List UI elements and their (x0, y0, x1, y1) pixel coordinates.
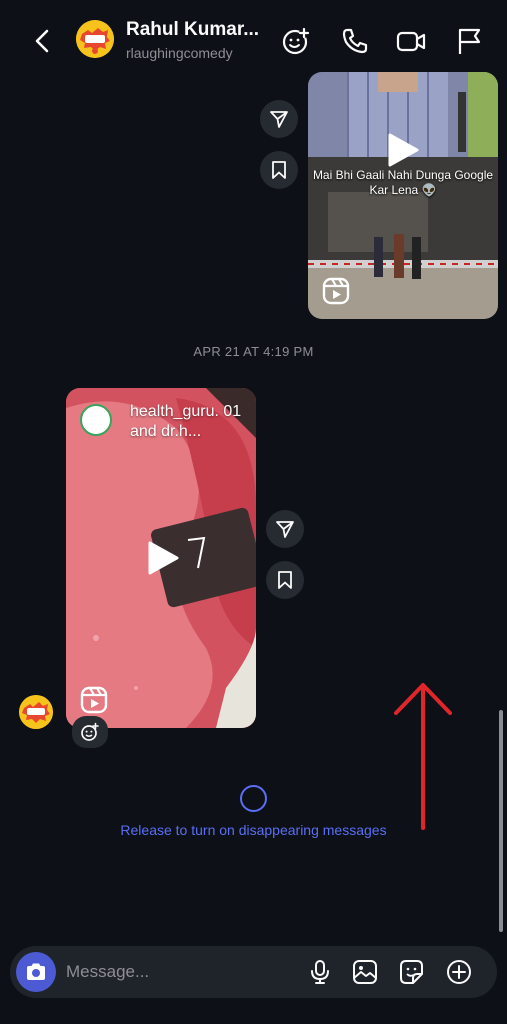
avatar[interactable] (76, 20, 114, 58)
contact-username[interactable]: rlaughingcomedy (126, 45, 233, 61)
reel-caption: Mai Bhi Gaali Nahi Dunga Google Kar Lena… (312, 168, 494, 197)
send-icon (270, 111, 288, 128)
contact-name[interactable]: Rahul Kumar... (126, 19, 259, 41)
shared-reel-incoming[interactable]: health_guru. 01 and dr.h... (66, 388, 256, 728)
react-button[interactable] (72, 716, 108, 748)
video-call-icon[interactable] (396, 26, 426, 56)
reels-icon (80, 686, 108, 714)
gallery-icon[interactable] (351, 958, 379, 986)
effects-icon[interactable] (281, 26, 311, 56)
bookmark-icon (272, 161, 286, 179)
add-icon[interactable] (445, 958, 473, 986)
microphone-icon[interactable] (306, 958, 334, 986)
share-button[interactable] (260, 100, 298, 138)
back-icon[interactable] (30, 28, 56, 54)
sender-avatar[interactable] (19, 695, 53, 729)
scrollbar[interactable] (499, 710, 503, 932)
reel-author-name[interactable]: health_guru. 01 and dr.h... (130, 402, 250, 442)
play-icon[interactable] (386, 132, 420, 168)
play-icon[interactable] (146, 540, 180, 576)
phone-icon[interactable] (340, 26, 370, 56)
add-reaction-icon (81, 722, 99, 741)
chat-header: Rahul Kumar... rlaughingcomedy (0, 0, 507, 78)
send-icon (276, 521, 294, 538)
save-button[interactable] (266, 561, 304, 599)
message-timestamp: APR 21 AT 4:19 PM (193, 344, 314, 359)
camera-button[interactable] (16, 952, 56, 992)
message-input[interactable] (66, 960, 286, 984)
bookmark-icon (278, 571, 292, 589)
shared-reel-outgoing[interactable]: Mai Bhi Gaali Nahi Dunga Google Kar Lena… (308, 72, 498, 319)
pull-progress-icon (240, 785, 267, 812)
share-button[interactable] (266, 510, 304, 548)
save-button[interactable] (260, 151, 298, 189)
flag-icon[interactable] (455, 26, 485, 56)
camera-icon (27, 963, 45, 980)
reel-author-avatar (80, 404, 112, 436)
sticker-icon[interactable] (397, 958, 425, 986)
reels-icon (322, 277, 350, 305)
arrow-up-icon (394, 683, 452, 830)
message-composer (10, 946, 497, 998)
